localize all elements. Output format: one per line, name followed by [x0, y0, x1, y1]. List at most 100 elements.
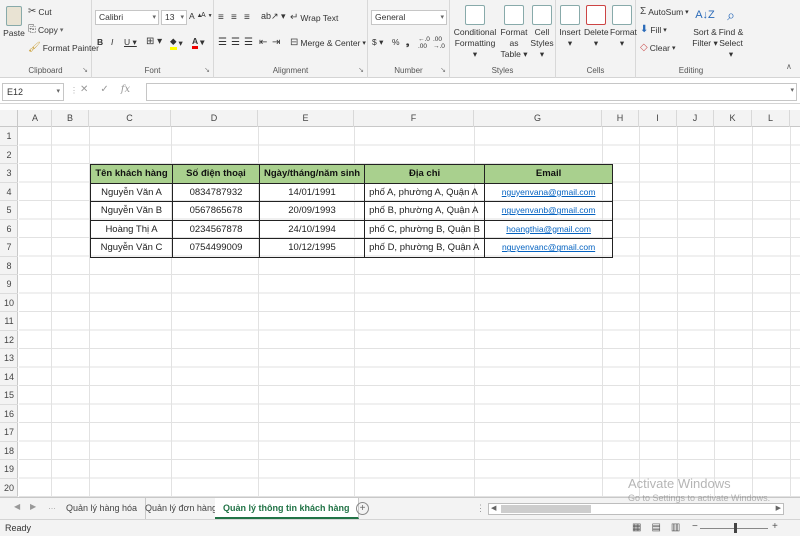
enter-icon[interactable]: ✓	[100, 84, 108, 95]
formula-input[interactable]	[146, 83, 797, 101]
sort-filter-button[interactable]: A↓Z Sort & Filter ▾	[692, 5, 718, 49]
clipboard-launcher-icon[interactable]: ↘	[82, 66, 88, 74]
autosum-button[interactable]: Σ AutoSum ▾	[640, 6, 689, 17]
cell[interactable]: phố D, phường B, Quận A	[364, 238, 486, 258]
row-header[interactable]: 14	[0, 368, 18, 386]
column-header[interactable]: D	[171, 110, 258, 127]
delete-button[interactable]: Delete ▾	[584, 5, 609, 49]
header-cell[interactable]: Số điện thoại	[172, 164, 260, 184]
row-header[interactable]: 11	[0, 312, 18, 331]
row-header[interactable]: 8	[0, 257, 18, 275]
email-cell[interactable]: hoangthia@gmail.com	[484, 219, 614, 239]
decrease-indent-icon[interactable]: ⇤	[259, 37, 267, 48]
column-header[interactable]: J	[677, 110, 714, 127]
column-header[interactable]: L	[752, 110, 790, 127]
fill-button[interactable]: ⬇ Fill ▾	[640, 24, 667, 35]
cell[interactable]: 0567865678	[172, 201, 260, 221]
increase-decimal-icon[interactable]: ←.0.00	[418, 36, 430, 50]
shrink-font-icon[interactable]: A ▼	[201, 12, 213, 19]
cell[interactable]: phố B, phường A, Quận A	[364, 201, 486, 221]
tab-split-handle-icon[interactable]: ⋮	[476, 503, 485, 514]
cell[interactable]: Nguyễn Văn B	[90, 201, 173, 221]
font-name-select[interactable]: Calibri ▾	[95, 10, 159, 25]
cell[interactable]: 0754499009	[172, 238, 260, 258]
decrease-decimal-icon[interactable]: .00 →.0	[433, 36, 445, 50]
name-box[interactable]: E12 ▾	[2, 83, 64, 101]
row-header[interactable]: 1	[0, 127, 18, 146]
row-header[interactable]: 19	[0, 460, 18, 479]
column-header[interactable]: K	[714, 110, 752, 127]
header-cell[interactable]: Tên khách hàng	[90, 164, 173, 184]
row-header[interactable]: 17	[0, 423, 18, 442]
cell-grid[interactable]: Tên khách hàng Số điện thoại Ngày/tháng/…	[19, 127, 800, 497]
row-header[interactable]: 2	[0, 146, 18, 164]
row-header[interactable]: 4	[0, 183, 18, 201]
cell[interactable]: 0834787932	[172, 182, 260, 202]
scroll-right-icon[interactable]: ▶	[776, 504, 781, 512]
merge-center-button[interactable]: ⊟ Merge & Center ▾	[290, 37, 366, 48]
row-header[interactable]: 5	[0, 201, 18, 220]
column-header[interactable]: G	[474, 110, 602, 127]
percent-icon[interactable]: %	[392, 37, 400, 47]
add-sheet-icon[interactable]: +	[356, 502, 369, 515]
sheet-tab[interactable]: Quản lý đơn hàng	[137, 498, 226, 519]
zoom-slider-knob[interactable]	[734, 523, 737, 533]
cell[interactable]: phố A, phường A, Quận A	[364, 182, 486, 202]
header-cell[interactable]: Email	[484, 164, 614, 184]
comma-icon[interactable]: ❟	[406, 37, 409, 48]
cell[interactable]: phố C, phường B, Quận B	[364, 219, 486, 239]
font-launcher-icon[interactable]: ↘	[204, 66, 210, 74]
sheet-tab-active[interactable]: Quản lý thông tin khách hàng	[215, 498, 359, 519]
cell[interactable]: Nguyễn Văn A	[90, 182, 173, 202]
insert-function-icon[interactable]: fx	[121, 84, 130, 95]
normal-view-icon[interactable]: ▦	[632, 522, 641, 533]
row-header[interactable]: 12	[0, 331, 18, 349]
insert-button[interactable]: Insert ▾	[558, 5, 582, 49]
email-link[interactable]: nguyenvana@gmail.com	[502, 187, 596, 197]
column-header[interactable]: F	[354, 110, 474, 127]
cell-styles-button[interactable]: Cell Styles ▾	[530, 5, 554, 60]
increase-indent-icon[interactable]: ⇥	[272, 37, 280, 48]
cell[interactable]: Nguyễn Văn C	[90, 238, 173, 258]
more-sheets-icon[interactable]: …	[48, 502, 56, 511]
select-all-corner[interactable]	[0, 110, 18, 127]
format-painter-button[interactable]: 🖌 Format Painter	[28, 42, 99, 53]
row-header[interactable]: 9	[0, 275, 18, 294]
header-cell[interactable]: Ngày/tháng/năm sinh	[258, 164, 366, 184]
column-header[interactable]: A	[19, 110, 52, 127]
cut-button[interactable]: ✂ Cut	[28, 6, 52, 17]
email-cell[interactable]: nguyenvana@gmail.com	[484, 182, 614, 202]
scroll-left-icon[interactable]: ◀	[491, 504, 496, 512]
next-sheet-icon[interactable]: ▶	[30, 502, 36, 511]
sheet-tab[interactable]: Quản lý hàng hóa	[58, 498, 147, 519]
drag-handle-icon[interactable]: ⋮	[70, 86, 78, 95]
align-middle-icon[interactable]: ≡	[231, 12, 237, 23]
email-cell[interactable]: nguyenvanc@gmail.com	[484, 238, 614, 258]
column-header[interactable]: I	[639, 110, 677, 127]
cell[interactable]: 0234567878	[172, 219, 260, 239]
scroll-thumb[interactable]	[501, 505, 591, 513]
row-header[interactable]: 7	[0, 238, 18, 257]
orientation-icon[interactable]: ab↗ ▾	[261, 11, 286, 22]
number-format-select[interactable]: General ▾	[371, 10, 447, 25]
format-as-table-button[interactable]: Format as Table ▾	[496, 5, 532, 60]
email-link[interactable]: nguyenvanb@gmail.com	[502, 205, 596, 215]
prev-sheet-icon[interactable]: ◀	[14, 502, 20, 511]
align-top-icon[interactable]: ≡	[218, 12, 224, 23]
clear-button[interactable]: ◇ Clear ▾	[640, 42, 676, 53]
format-button[interactable]: Format ▾	[610, 5, 637, 49]
font-size-select[interactable]: 13 ▾	[161, 10, 187, 25]
italic-icon[interactable]: I	[111, 37, 113, 47]
row-header[interactable]: 15	[0, 386, 18, 405]
paste-button[interactable]: Paste	[3, 6, 25, 39]
column-header[interactable]: B	[52, 110, 89, 127]
cancel-icon[interactable]: ✕	[80, 84, 88, 95]
cell[interactable]: 10/12/1995	[258, 238, 366, 258]
alignment-launcher-icon[interactable]: ↘	[358, 66, 364, 74]
find-select-button[interactable]: ⌕ Find & Select ▾	[718, 5, 744, 60]
borders-icon[interactable]: ⊞ ▾	[146, 36, 162, 47]
email-link[interactable]: nguyenvanc@gmail.com	[502, 242, 595, 252]
align-right-icon[interactable]: ☰	[244, 37, 253, 48]
header-cell[interactable]: Địa chỉ	[364, 164, 486, 184]
align-left-icon[interactable]: ☰	[218, 37, 227, 48]
